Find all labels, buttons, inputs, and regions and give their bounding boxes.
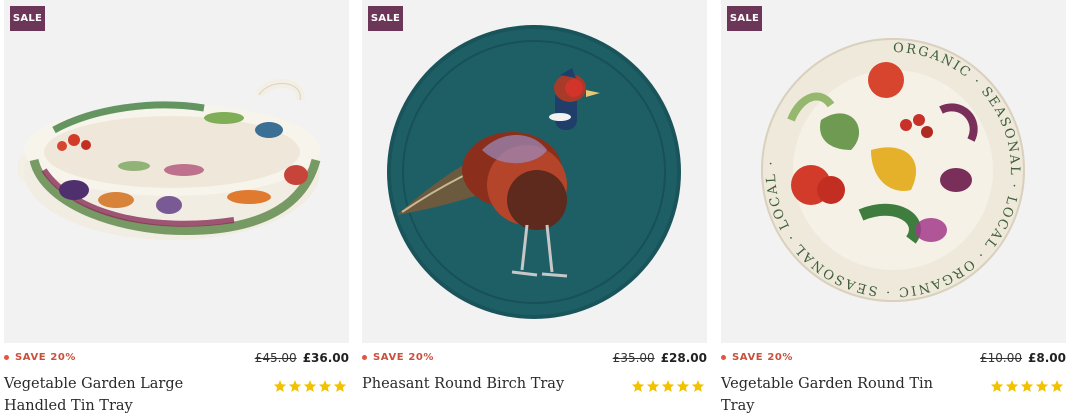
sale-price: £28.00 — [660, 351, 707, 365]
product-card[interactable]: ORGANIC · SEASONAL · LOCAL · ORGANIC · S… — [721, 0, 1066, 416]
price-row: SAVE 20% £10.00 £8.00 — [721, 351, 1066, 366]
price-row: SAVE 20% £45.00 £36.00 — [4, 351, 349, 366]
star-icon — [691, 380, 705, 392]
dot-icon — [362, 355, 367, 360]
product-image-round-tin-tray[interactable]: ORGANIC · SEASONAL · LOCAL · ORGANIC · S… — [721, 0, 1066, 343]
old-price: £10.00 — [980, 351, 1023, 365]
star-icon — [318, 380, 332, 392]
star-icon — [1035, 380, 1049, 392]
star-icon — [1005, 380, 1019, 392]
star-icon — [676, 380, 690, 392]
prices: £10.00 £8.00 — [980, 351, 1066, 365]
sale-badge: SALE — [727, 6, 762, 31]
star-icon — [646, 380, 660, 392]
star-icon — [303, 380, 317, 392]
star-icon — [631, 380, 645, 392]
discount-label: SAVE 20% — [362, 352, 434, 363]
sale-price: £36.00 — [302, 351, 349, 365]
prices: £35.00 £28.00 — [613, 351, 707, 365]
dot-icon — [721, 355, 726, 360]
old-price: £45.00 — [254, 351, 297, 365]
product-card[interactable]: SALE SAVE 20% £35.00 £28.00 Pheasant Roun… — [362, 0, 707, 416]
discount-text: SAVE 20% — [732, 352, 794, 363]
star-icon — [1050, 380, 1064, 392]
product-image-birch-tray[interactable]: SALE — [362, 0, 707, 343]
star-icon — [288, 380, 302, 392]
product-image-tin-tray[interactable]: SALE — [4, 0, 349, 343]
discount-text: SAVE 20% — [15, 352, 77, 363]
star-rating — [273, 379, 347, 393]
star-icon — [333, 380, 347, 392]
sale-badge: SALE — [368, 6, 403, 31]
discount-label: SAVE 20% — [4, 352, 76, 363]
prices: £45.00 £36.00 — [255, 351, 349, 365]
star-icon — [1020, 380, 1034, 392]
price-row: SAVE 20% £35.00 £28.00 — [362, 351, 707, 366]
star-rating — [631, 379, 705, 393]
product-title[interactable]: Vegetable Garden Round Tin Tray — [721, 373, 961, 417]
discount-label: SAVE 20% — [721, 352, 793, 363]
star-icon — [273, 380, 287, 392]
product-title[interactable]: Vegetable Garden Large Handled Tin Tray — [4, 373, 244, 417]
sale-badge: SALE — [10, 6, 45, 31]
dot-icon — [4, 355, 9, 360]
old-price: £35.00 — [612, 351, 655, 365]
product-title[interactable]: Pheasant Round Birch Tray — [362, 373, 602, 395]
star-icon — [661, 380, 675, 392]
star-rating — [990, 379, 1064, 393]
product-card[interactable]: SALE SAVE 20% £45.00 £36.00 Vegetable Gar… — [4, 0, 349, 416]
discount-text: SAVE 20% — [373, 352, 435, 363]
sale-price: £8.00 — [1028, 351, 1066, 365]
star-icon — [990, 380, 1004, 392]
product-grid: SALE SAVE 20% £45.00 £36.00 Vegetable Gar… — [0, 0, 1067, 416]
